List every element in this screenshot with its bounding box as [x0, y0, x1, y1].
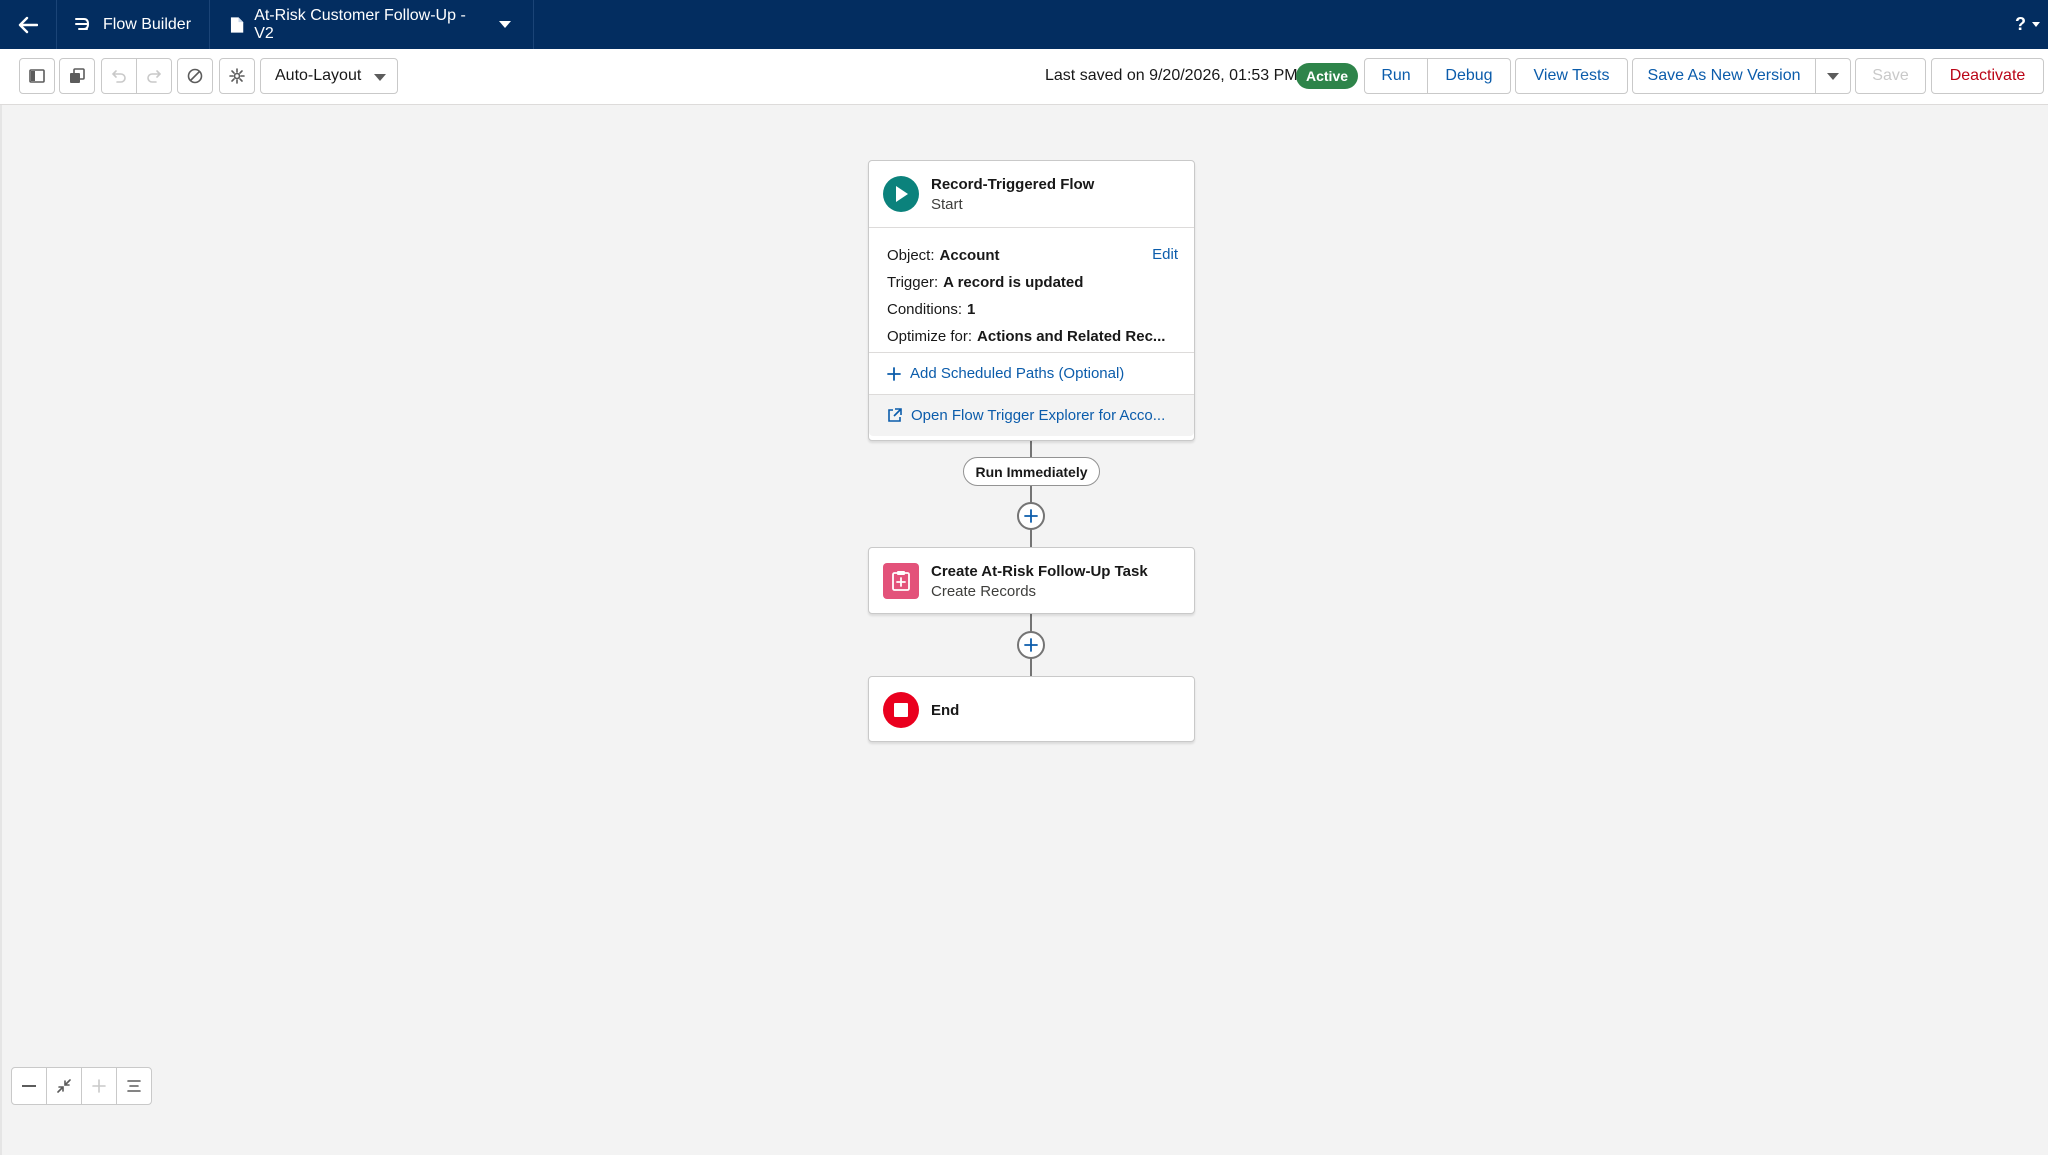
add-element-button[interactable] [1017, 502, 1045, 530]
undo-redo-group [101, 58, 172, 94]
align-center-icon [127, 1080, 141, 1092]
save-button[interactable]: Save [1855, 58, 1926, 94]
edit-trigger-link[interactable]: Edit [1152, 246, 1178, 263]
object-row: Object: Account [887, 242, 1178, 269]
play-icon [883, 176, 919, 212]
end-node[interactable]: End [868, 676, 1195, 742]
help-icon: ? [2015, 14, 2026, 34]
top-navigation-bar: Flow Builder At-Risk Customer Follow-Up … [0, 0, 2048, 49]
record-create-icon [883, 563, 919, 599]
layout-mode-value: Auto-Layout [275, 67, 362, 84]
ban-icon [187, 68, 203, 84]
flow-toolbar: Auto-Layout Last saved on 9/20/2026, 01:… [0, 49, 2048, 105]
redo-button[interactable] [136, 58, 172, 94]
create-records-node[interactable]: Create At-Risk Follow-Up Task Create Rec… [868, 547, 1195, 614]
start-node[interactable]: Record-Triggered Flow Start Edit Object:… [868, 160, 1195, 441]
path-label-pill[interactable]: Run Immediately [963, 457, 1100, 486]
start-node-subtitle: Start [931, 195, 963, 213]
conditions-value: 1 [967, 301, 976, 318]
add-element-button[interactable] [1017, 631, 1045, 659]
zoom-in-button[interactable] [81, 1067, 117, 1105]
conditions-label: Conditions: [887, 301, 963, 318]
open-trigger-explorer-label: Open Flow Trigger Explorer for Acco... [911, 407, 1166, 424]
last-saved-text: Last saved on 9/20/2026, 01:53 PM [1045, 67, 1298, 84]
center-flow-button[interactable] [116, 1067, 152, 1105]
add-scheduled-paths-link[interactable]: Add Scheduled Paths (Optional) [869, 353, 1194, 394]
app-name-section: Flow Builder [57, 0, 210, 49]
flow-name-menu[interactable]: At-Risk Customer Follow-Up - V2 [210, 0, 534, 49]
chevron-down-icon [1827, 72, 1839, 80]
settings-button[interactable] [219, 58, 255, 94]
save-as-new-version-button[interactable]: Save As New Version [1632, 58, 1816, 94]
add-scheduled-paths-label: Add Scheduled Paths (Optional) [910, 365, 1125, 382]
copy-icon [70, 68, 85, 83]
create-node-subtitle: Create Records [931, 582, 1037, 600]
start-node-header[interactable]: Record-Triggered Flow Start [869, 161, 1194, 227]
optimize-value: Actions and Related Rec... [977, 328, 1166, 345]
connector-line [1030, 441, 1032, 457]
back-button[interactable] [0, 0, 57, 49]
add-icon [887, 366, 901, 381]
open-trigger-explorer-link[interactable]: Open Flow Trigger Explorer for Acco... [869, 395, 1194, 436]
trigger-label: Trigger: [887, 274, 939, 291]
flow-name: At-Risk Customer Follow-Up - V2 [254, 6, 466, 42]
copy-button[interactable] [59, 58, 95, 94]
object-label: Object: [887, 247, 935, 264]
start-node-details: Edit Object: Account Trigger: A record i… [869, 228, 1194, 352]
chevron-down-icon [499, 21, 511, 28]
app-name: Flow Builder [103, 15, 192, 33]
add-icon [1024, 638, 1038, 652]
arrow-left-icon [18, 16, 38, 33]
redo-icon [147, 70, 162, 83]
conditions-row: Conditions: 1 [887, 296, 1178, 323]
errors-button[interactable] [177, 58, 213, 94]
zoom-controls [11, 1067, 152, 1105]
new-window-icon [888, 408, 902, 422]
run-button[interactable]: Run [1364, 58, 1428, 94]
create-node-title: Create At-Risk Follow-Up Task [931, 562, 1148, 580]
stop-icon [883, 692, 919, 728]
undo-icon [111, 70, 126, 83]
flow-icon [75, 17, 89, 30]
end-node-header: End [869, 677, 1194, 743]
object-value: Account [939, 247, 1000, 264]
fit-to-view-button[interactable] [46, 1067, 82, 1105]
zoom-out-button[interactable] [11, 1067, 47, 1105]
optimize-row: Optimize for: Actions and Related Rec... [887, 323, 1178, 350]
save-menu-button[interactable] [1815, 58, 1851, 94]
deactivate-button[interactable]: Deactivate [1931, 58, 2044, 94]
toggle-toolbox-button[interactable] [19, 58, 55, 94]
document-icon [230, 16, 244, 33]
trigger-value: A record is updated [943, 274, 1084, 291]
chevron-down-icon [2032, 22, 2040, 27]
start-node-title: Record-Triggered Flow [931, 175, 1095, 193]
view-tests-button[interactable]: View Tests [1515, 58, 1628, 94]
panel-icon [29, 69, 45, 83]
gear-icon [229, 68, 245, 84]
canvas-left-edge [0, 105, 2, 1155]
layout-mode-select[interactable]: Auto-Layout [260, 58, 398, 94]
minus-icon [22, 1085, 36, 1087]
chevron-down-icon [374, 74, 386, 81]
help-menu[interactable]: ? [2015, 0, 2040, 49]
undo-button[interactable] [101, 58, 137, 94]
plus-icon [92, 1079, 106, 1093]
contract-icon [57, 1079, 71, 1093]
debug-button[interactable]: Debug [1427, 58, 1511, 94]
end-node-title: End [931, 701, 960, 719]
create-node-header: Create At-Risk Follow-Up Task Create Rec… [869, 548, 1194, 614]
add-icon [1024, 509, 1038, 523]
status-badge: Active [1296, 63, 1359, 89]
optimize-label: Optimize for: [887, 328, 973, 345]
trigger-row: Trigger: A record is updated [887, 269, 1178, 296]
